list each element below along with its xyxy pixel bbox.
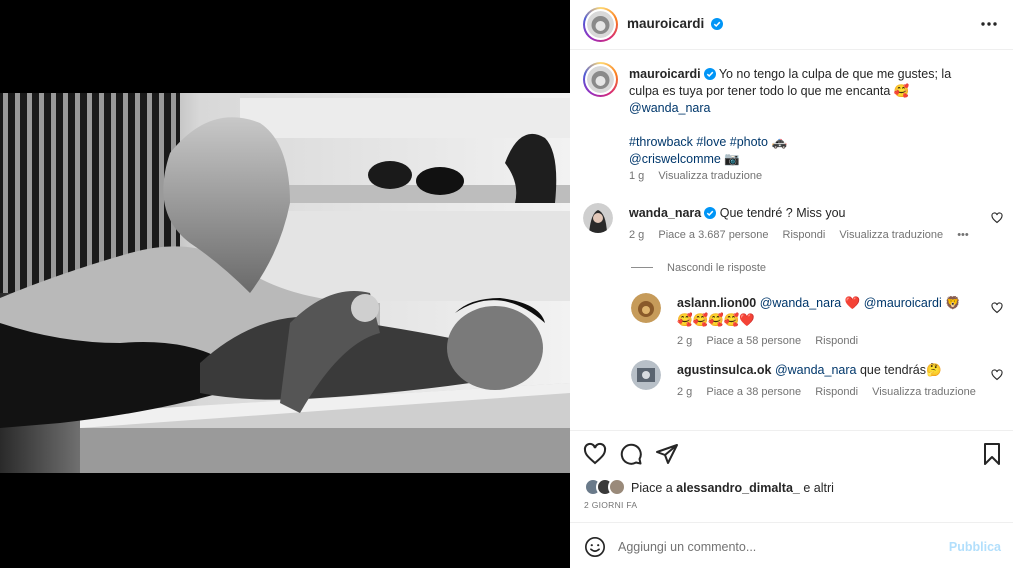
commenter-avatar[interactable] [583,203,613,233]
reply-likes[interactable]: Piace a 58 persone [706,335,801,347]
caption-author-avatar[interactable] [583,62,618,97]
reply-body: agustinsulca.ok @wanda_nara que tendrás🤔 [677,362,977,379]
reply-emoji-line: 🥰🥰🥰🥰❤️ [677,313,755,327]
comment-time[interactable]: 2 g [629,229,644,241]
reply-heart-emoji: ❤️ [844,296,861,310]
comment-body: wanda_nara Que tendré ? Miss you [629,205,959,222]
comment-more-icon[interactable]: ••• [957,229,969,241]
comment-text: Que tendré ? Miss you [719,206,846,220]
caption-hashtags[interactable]: #throwback #love #photo 🚓 [629,135,787,149]
reply-username[interactable]: aslann.lion00 [677,296,756,310]
post-header: mauroicardi [570,0,1013,50]
caption-text-block: mauroicardi Yo no tengo la culpa de que … [629,66,979,168]
verified-badge-icon [711,18,724,30]
comment-translate-link[interactable]: Visualizza traduzione [839,229,943,241]
reply-username[interactable]: agustinsulca.ok [677,363,771,377]
heart-icon[interactable] [583,442,607,466]
author-avatar[interactable] [583,7,618,42]
post-media [0,0,570,568]
likes-suffix[interactable]: e altri [800,481,834,495]
hide-replies-label: Nascondi le risposte [667,262,767,274]
caption-username[interactable]: mauroicardi [629,67,701,81]
caption-credit[interactable]: @criswelcomme 📷 [629,152,740,166]
verified-badge-icon [703,68,716,80]
comment-input[interactable] [618,534,938,560]
comment-like-heart-icon[interactable] [991,212,1003,224]
reply-mention[interactable]: @mauroicardi [864,296,942,310]
lion-avatar-image [587,11,614,38]
reply-mention[interactable]: @wanda_nara [760,296,842,310]
comment-reply-link[interactable]: Rispondi [783,229,826,241]
reply-likes[interactable]: Piace a 38 persone [706,386,801,398]
caption-meta: 1 g Visualizza traduzione [629,170,773,182]
caption-mention[interactable]: @wanda_nara [629,101,711,115]
post-photo[interactable] [0,93,570,473]
reply-avatar[interactable] [631,293,661,323]
post-side-panel: mauroicardi mauroicardi Yo no tengo la c… [570,0,1013,568]
reply-mention[interactable]: @wanda_nara [775,363,857,377]
replies-divider-line [631,267,653,268]
paper-plane-icon[interactable] [655,442,679,466]
publish-button[interactable]: Pubblica [949,540,1001,554]
comment-like-heart-icon[interactable] [991,302,1003,314]
smiley-icon[interactable] [584,536,606,558]
bookmark-icon[interactable] [980,442,1004,466]
reply-lion-emoji: 🦁 [945,296,961,310]
reply-avatar[interactable] [631,360,661,390]
reply-reply-link[interactable]: Rispondi [815,335,858,347]
more-options-icon[interactable] [979,14,999,34]
lion-avatar-image [587,66,614,93]
reply-time[interactable]: 2 g [677,386,692,398]
verified-badge-icon [704,207,717,219]
likes-text: Piace a alessandro_dimalta_ e altri [631,481,834,495]
reply-text: que tendrás🤔 [859,363,942,377]
comment-likes[interactable]: Piace a 3.687 persone [658,229,768,241]
post-action-bar [570,430,1013,475]
reply-body: aslann.lion00 @wanda_nara ❤️ @mauroicard… [677,295,977,329]
author-username[interactable]: mauroicardi [627,16,724,31]
liker-avatar [608,478,626,496]
comment-like-heart-icon[interactable] [991,369,1003,381]
reply-meta: 2 g Piace a 58 persone Rispondi [677,335,869,347]
caption-translate-link[interactable]: Visualizza traduzione [658,170,762,182]
reply-reply-link[interactable]: Rispondi [815,386,858,398]
reply-time[interactable]: 2 g [677,335,692,347]
reply-meta: 2 g Piace a 38 persone Rispondi Visualiz… [677,386,987,398]
comment-bubble-icon[interactable] [619,442,643,466]
reply-translate-link[interactable]: Visualizza traduzione [872,386,976,398]
comment-username[interactable]: wanda_nara [629,206,701,220]
comment-meta: 2 g Piace a 3.687 persone Rispondi Visua… [629,229,980,241]
likes-prefix: Piace a [631,481,677,495]
likes-user[interactable]: alessandro_dimalta_ [676,481,800,495]
hide-replies-toggle[interactable]: Nascondi le risposte [631,262,766,274]
post-date[interactable]: 2 GIORNI FA [584,500,637,510]
caption-time[interactable]: 1 g [629,170,644,182]
add-comment-bar: Pubblica [570,522,1013,568]
likers-avatars[interactable] [584,478,628,498]
